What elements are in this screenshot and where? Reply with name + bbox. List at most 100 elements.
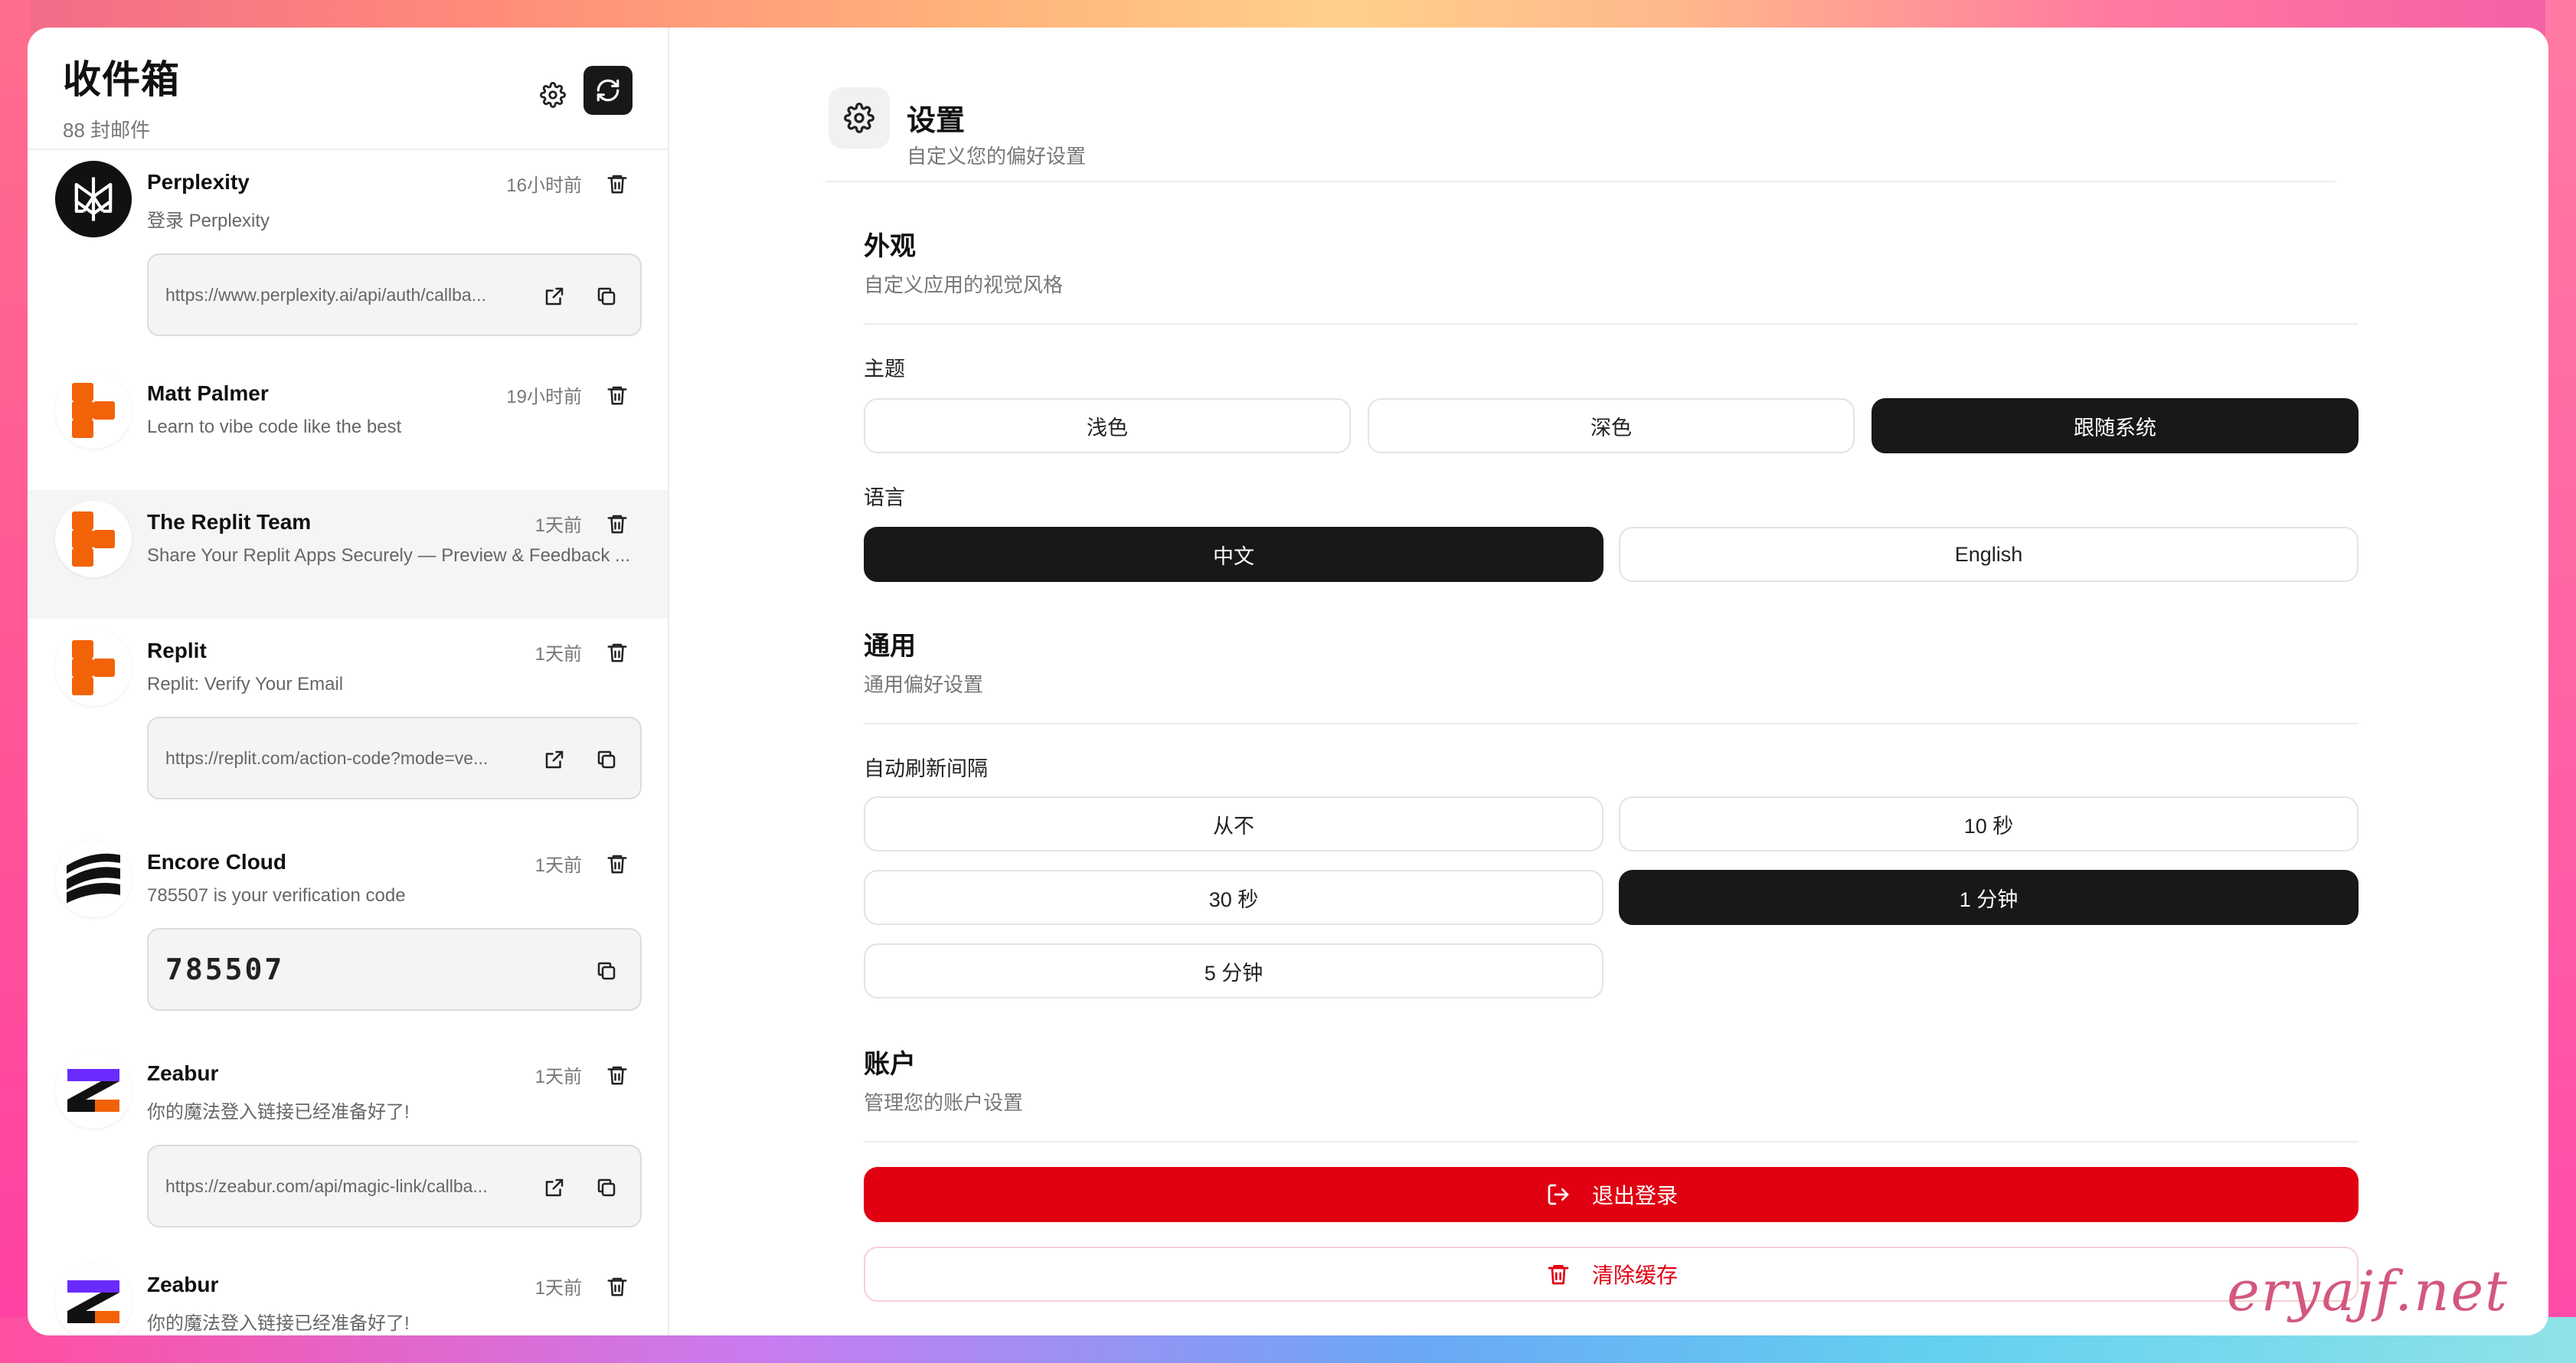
account-subtitle: 管理您的账户设置 (864, 1091, 1024, 1114)
replit-logo-icon (72, 512, 115, 567)
clear-cache-button[interactable]: 清除缓存 (864, 1247, 2359, 1302)
copy-button[interactable] (590, 954, 623, 988)
mail-subject: 785507 is your verification code (147, 885, 406, 906)
gear-icon (540, 82, 566, 108)
interval-option-1min[interactable]: 1 分钟 (1619, 870, 2359, 925)
mail-time: 1天前 (534, 1278, 582, 1299)
settings-button[interactable] (530, 72, 576, 118)
theme-option-dark[interactable]: 深色 (1368, 398, 1855, 453)
delete-mail-button[interactable] (602, 1060, 633, 1090)
clear-cache-label: 清除缓存 (1591, 1263, 1678, 1287)
mail-link-text[interactable]: https://www.perplexity.ai/api/auth/callb… (165, 285, 518, 306)
external-link-icon (545, 1178, 564, 1197)
trash-icon (607, 1066, 627, 1085)
open-link-button[interactable] (538, 279, 571, 313)
zeabur-logo-icon (67, 1280, 119, 1323)
language-option-english[interactable]: English (1619, 527, 2359, 582)
mail-link-text[interactable]: https://zeabur.com/api/magic-link/callba… (165, 1176, 518, 1197)
delete-mail-button[interactable] (602, 508, 633, 539)
mail-item-replit[interactable]: Replit Replit: Verify Your Email 1天前 htt… (28, 619, 668, 830)
copy-icon (597, 750, 616, 769)
interval-option-5min[interactable]: 5 分钟 (864, 943, 1603, 999)
verification-code-box: 785507 (147, 928, 642, 1011)
trash-icon (607, 1277, 627, 1296)
interval-option-30s[interactable]: 30 秒 (864, 870, 1603, 925)
gear-icon (844, 103, 874, 133)
open-link-button[interactable] (538, 743, 571, 776)
mail-count: 88 封邮件 (63, 119, 151, 142)
copy-icon (597, 287, 616, 306)
general-divider (864, 723, 2359, 724)
avatar (55, 1263, 132, 1335)
mail-subject: 你的魔法登入链接已经准备好了! (147, 1313, 410, 1334)
appearance-subtitle: 自定义应用的视觉风格 (864, 273, 1064, 296)
trash-icon (607, 386, 627, 405)
page-title: 设置 (907, 105, 966, 137)
copy-button[interactable] (590, 743, 623, 776)
trash-icon (607, 643, 627, 662)
refresh-button[interactable] (584, 66, 633, 115)
general-title: 通用 (864, 632, 916, 661)
mail-subject: Replit: Verify Your Email (147, 674, 344, 695)
verification-code[interactable]: 785507 (165, 953, 284, 986)
logout-label: 退出登录 (1591, 1184, 1678, 1208)
page-subtitle: 自定义您的偏好设置 (907, 145, 1087, 168)
trash-icon (607, 515, 627, 534)
replit-logo-icon (72, 640, 115, 695)
account-title: 账户 (864, 1050, 916, 1079)
theme-option-system[interactable]: 跟随系统 (1872, 398, 2359, 453)
mail-item-encore-cloud[interactable]: Encore Cloud 785507 is your verification… (28, 830, 668, 1041)
mail-item-perplexity[interactable]: Perplexity 登录 Perplexity 16小时前 https://w… (28, 150, 668, 361)
avatar (55, 1052, 132, 1129)
mail-subject: Share Your Replit Apps Securely — Previe… (147, 545, 630, 566)
trash-icon (1545, 1260, 1572, 1288)
copy-button[interactable] (590, 279, 623, 313)
logout-icon (1545, 1181, 1572, 1208)
theme-option-light[interactable]: 浅色 (864, 398, 1351, 453)
account-divider (864, 1141, 2359, 1142)
mail-time: 1天前 (534, 855, 582, 876)
trash-icon (607, 175, 627, 194)
avatar (55, 501, 132, 577)
language-label: 语言 (864, 486, 905, 509)
delete-mail-button[interactable] (602, 848, 633, 879)
mail-link-box: https://replit.com/action-code?mode=ve..… (147, 717, 642, 799)
replit-logo-icon (72, 383, 115, 438)
inbox-header: 收件箱 88 封邮件 (28, 28, 668, 150)
copy-icon (597, 1178, 616, 1197)
interval-option-10s[interactable]: 10 秒 (1619, 796, 2359, 851)
mail-item-replit-team[interactable]: The Replit Team Share Your Replit Apps S… (28, 490, 668, 619)
delete-mail-button[interactable] (602, 637, 633, 668)
delete-mail-button[interactable] (602, 168, 633, 199)
copy-button[interactable] (590, 1171, 623, 1204)
avatar (55, 629, 132, 706)
delete-mail-button[interactable] (602, 1271, 633, 1302)
mail-subject: 登录 Perplexity (147, 211, 270, 231)
mail-subject: Learn to vibe code like the best (147, 417, 402, 437)
header-divider (825, 181, 2336, 182)
appearance-title: 外观 (864, 232, 916, 261)
external-link-icon (545, 750, 564, 769)
settings-header-icon (829, 87, 890, 149)
inbox-sidebar: 收件箱 88 封邮件 Perplexity 登录 Perplexity 16小时… (28, 28, 669, 1335)
avatar (55, 841, 132, 917)
settings-header: 设置 自定义您的偏好设置 (829, 70, 2548, 178)
mail-item-zeabur[interactable]: Zeabur 你的魔法登入链接已经准备好了! 1天前 https://zeabu… (28, 1041, 668, 1253)
copy-icon (597, 962, 616, 980)
open-link-button[interactable] (538, 1171, 571, 1204)
mail-link-text[interactable]: https://replit.com/action-code?mode=ve..… (165, 748, 518, 769)
logout-button[interactable]: 退出登录 (864, 1167, 2359, 1222)
mail-list: Perplexity 登录 Perplexity 16小时前 https://w… (28, 150, 668, 1335)
encore-logo-icon (67, 853, 120, 904)
avatar (55, 372, 132, 449)
trash-icon (607, 855, 627, 874)
mail-item-zeabur[interactable]: Zeabur 你的魔法登入链接已经准备好了! 1天前 (28, 1253, 668, 1335)
refresh-interval-label: 自动刷新间隔 (864, 757, 988, 780)
language-option-chinese[interactable]: 中文 (864, 527, 1603, 582)
interval-option-never[interactable]: 从不 (864, 796, 1603, 851)
mail-item-matt-palmer[interactable]: Matt Palmer Learn to vibe code like the … (28, 361, 668, 490)
mail-subject: 你的魔法登入链接已经准备好了! (147, 1102, 410, 1123)
delete-mail-button[interactable] (602, 380, 633, 410)
external-link-icon (545, 287, 564, 306)
appearance-divider (864, 323, 2359, 325)
